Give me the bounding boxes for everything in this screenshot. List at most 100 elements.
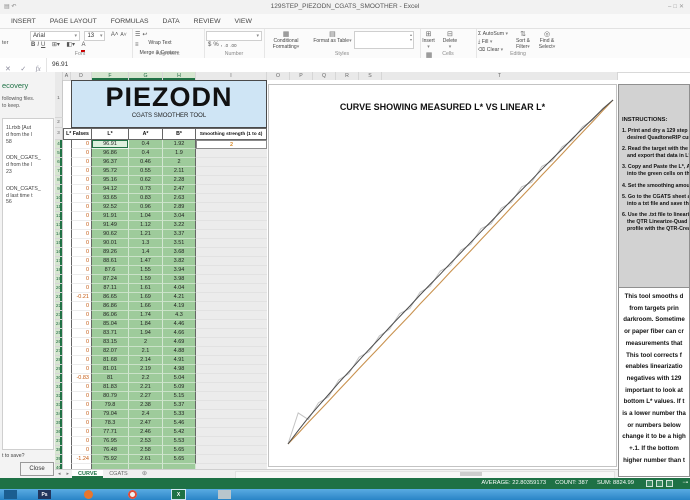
cell-l[interactable]: 87.6 (92, 266, 129, 275)
cell-l[interactable]: 96.37 (92, 158, 129, 167)
grow-font-icon[interactable]: A˄ (111, 31, 119, 40)
cell-l-false[interactable]: 0 (71, 158, 92, 167)
row-header-29[interactable]: 29 (55, 365, 63, 374)
ribbon-tab-view[interactable]: VIEW (227, 14, 258, 28)
cell-a[interactable]: 1.84 (129, 320, 163, 329)
cell-a[interactable]: 2.58 (129, 446, 163, 455)
column-header-P[interactable]: P (290, 72, 313, 80)
row-header-11[interactable]: 11 (55, 203, 63, 212)
formula-input[interactable]: 96.91 (46, 58, 68, 72)
fill-button[interactable]: ⤓ Fill ▾ (478, 38, 508, 46)
cell-b[interactable]: 4.46 (163, 320, 196, 329)
ribbon-tab-review[interactable]: REVIEW (187, 14, 228, 28)
cell-l[interactable]: 79.04 (92, 410, 129, 419)
row-header-6[interactable]: 6 (55, 158, 63, 167)
cell-b[interactable]: 5.37 (163, 401, 196, 410)
cell-l[interactable]: 90.62 (92, 230, 129, 239)
cell-empty[interactable] (196, 248, 267, 257)
active-cell[interactable]: 96.91 (92, 140, 129, 149)
add-sheet-icon[interactable]: ⊕ (142, 470, 147, 478)
cell-a[interactable]: 2.53 (129, 437, 163, 446)
cell-a[interactable]: 2.38 (129, 401, 163, 410)
cell-a[interactable]: 1.21 (129, 230, 163, 239)
smoothing-value-cell[interactable]: 2 (196, 140, 267, 149)
cell-b[interactable]: 3.94 (163, 266, 196, 275)
cell-a[interactable]: 1.55 (129, 266, 163, 275)
column-header-A[interactable]: A (63, 72, 71, 80)
cell-a[interactable]: 2.4 (129, 410, 163, 419)
cell-b[interactable]: 3.68 (163, 248, 196, 257)
cell-b[interactable]: 5.65 (163, 446, 196, 455)
cell-a[interactable]: 2.47 (129, 419, 163, 428)
column-header-D[interactable]: D (71, 72, 92, 80)
column-header-H[interactable]: H (163, 72, 196, 80)
cell-l[interactable]: 80.79 (92, 392, 129, 401)
recovery-close-button[interactable]: Close (20, 462, 54, 476)
cell-l-false[interactable]: 0 (71, 311, 92, 320)
cell-l[interactable]: 91.49 (92, 221, 129, 230)
row-header-17[interactable]: 17 (55, 257, 63, 266)
cell-b[interactable]: 5.04 (163, 374, 196, 383)
align-top-icon[interactable]: ☰ (135, 31, 140, 40)
gallery-spinner-icon[interactable]: ▴▾ (410, 33, 412, 42)
cell-l[interactable]: 93.65 (92, 194, 129, 203)
cell-l[interactable]: 77.71 (92, 428, 129, 437)
column-header-T[interactable]: T (382, 72, 618, 80)
cell-empty[interactable] (196, 401, 267, 410)
cell-empty[interactable] (196, 149, 267, 158)
zoom-slider[interactable]: −▪ (682, 478, 688, 489)
cell-b[interactable]: 3.37 (163, 230, 196, 239)
cell-a[interactable]: 1.47 (129, 257, 163, 266)
bold-button[interactable]: B (31, 41, 35, 50)
page-layout-view-icon[interactable] (656, 480, 663, 487)
cell-l-false[interactable]: 0 (71, 419, 92, 428)
cell-b[interactable]: 3.82 (163, 257, 196, 266)
taskbar-icon-excel[interactable]: X (172, 490, 185, 499)
cell-empty[interactable] (196, 374, 267, 383)
ribbon-tab-formulas[interactable]: FORMULAS (104, 14, 156, 28)
cell-l[interactable]: 86.65 (92, 293, 129, 302)
column-header-I[interactable]: I (196, 72, 267, 80)
cell-b[interactable]: 5.33 (163, 410, 196, 419)
increase-decimal-icon[interactable]: .0 (224, 41, 228, 50)
normal-view-icon[interactable] (646, 480, 653, 487)
cell-l[interactable]: 83.15 (92, 338, 129, 347)
cell-l-false[interactable]: 0 (71, 248, 92, 257)
insert-cells-button[interactable]: ⊞Insert▾ (420, 29, 437, 50)
column-header-S[interactable]: S (359, 72, 382, 80)
cell-empty[interactable] (196, 158, 267, 167)
cell-b[interactable]: 4.21 (163, 293, 196, 302)
cell-b[interactable]: 4.88 (163, 347, 196, 356)
align-left-icon[interactable]: ≡ (135, 41, 139, 50)
cell-a[interactable]: 0.4 (129, 140, 163, 149)
cell-empty[interactable] (196, 266, 267, 275)
row-header-30[interactable]: 30 (55, 374, 63, 383)
row-header-8[interactable]: 8 (55, 176, 63, 185)
cell-empty[interactable] (196, 185, 267, 194)
cell-l[interactable]: 88.61 (92, 257, 129, 266)
cell-b[interactable]: 5.46 (163, 419, 196, 428)
cell-empty[interactable] (196, 212, 267, 221)
cell-empty[interactable] (196, 428, 267, 437)
cell-l[interactable]: 92.52 (92, 203, 129, 212)
format-as-table-button[interactable]: ▤Format as Table▾ (312, 29, 352, 45)
row-header-23[interactable]: 23 (55, 311, 63, 320)
row-header-35[interactable]: 35 (55, 419, 63, 428)
cell-l-false[interactable]: 0 (71, 167, 92, 176)
decrease-decimal-icon[interactable]: .00 (230, 41, 236, 50)
cell-a[interactable]: 1.12 (129, 221, 163, 230)
cell-l-false[interactable]: 0 (71, 212, 92, 221)
cell-a[interactable]: 0.46 (129, 158, 163, 167)
cell-b[interactable]: 4.91 (163, 356, 196, 365)
row-header-9[interactable]: 9 (55, 185, 63, 194)
ribbon-tab-insert[interactable]: INSERT (4, 14, 43, 28)
cell-l-false[interactable]: 0 (71, 338, 92, 347)
fill-color-icon[interactable]: ◧▾ (66, 41, 75, 50)
cell-a[interactable]: 1.69 (129, 293, 163, 302)
cell-b[interactable]: 2.28 (163, 176, 196, 185)
cell-b[interactable]: 5.53 (163, 437, 196, 446)
cell-b[interactable]: 4.3 (163, 311, 196, 320)
undo-icon[interactable]: ↶ (11, 4, 16, 10)
cell-a[interactable]: 2.46 (129, 428, 163, 437)
cell-a[interactable]: 1.61 (129, 284, 163, 293)
